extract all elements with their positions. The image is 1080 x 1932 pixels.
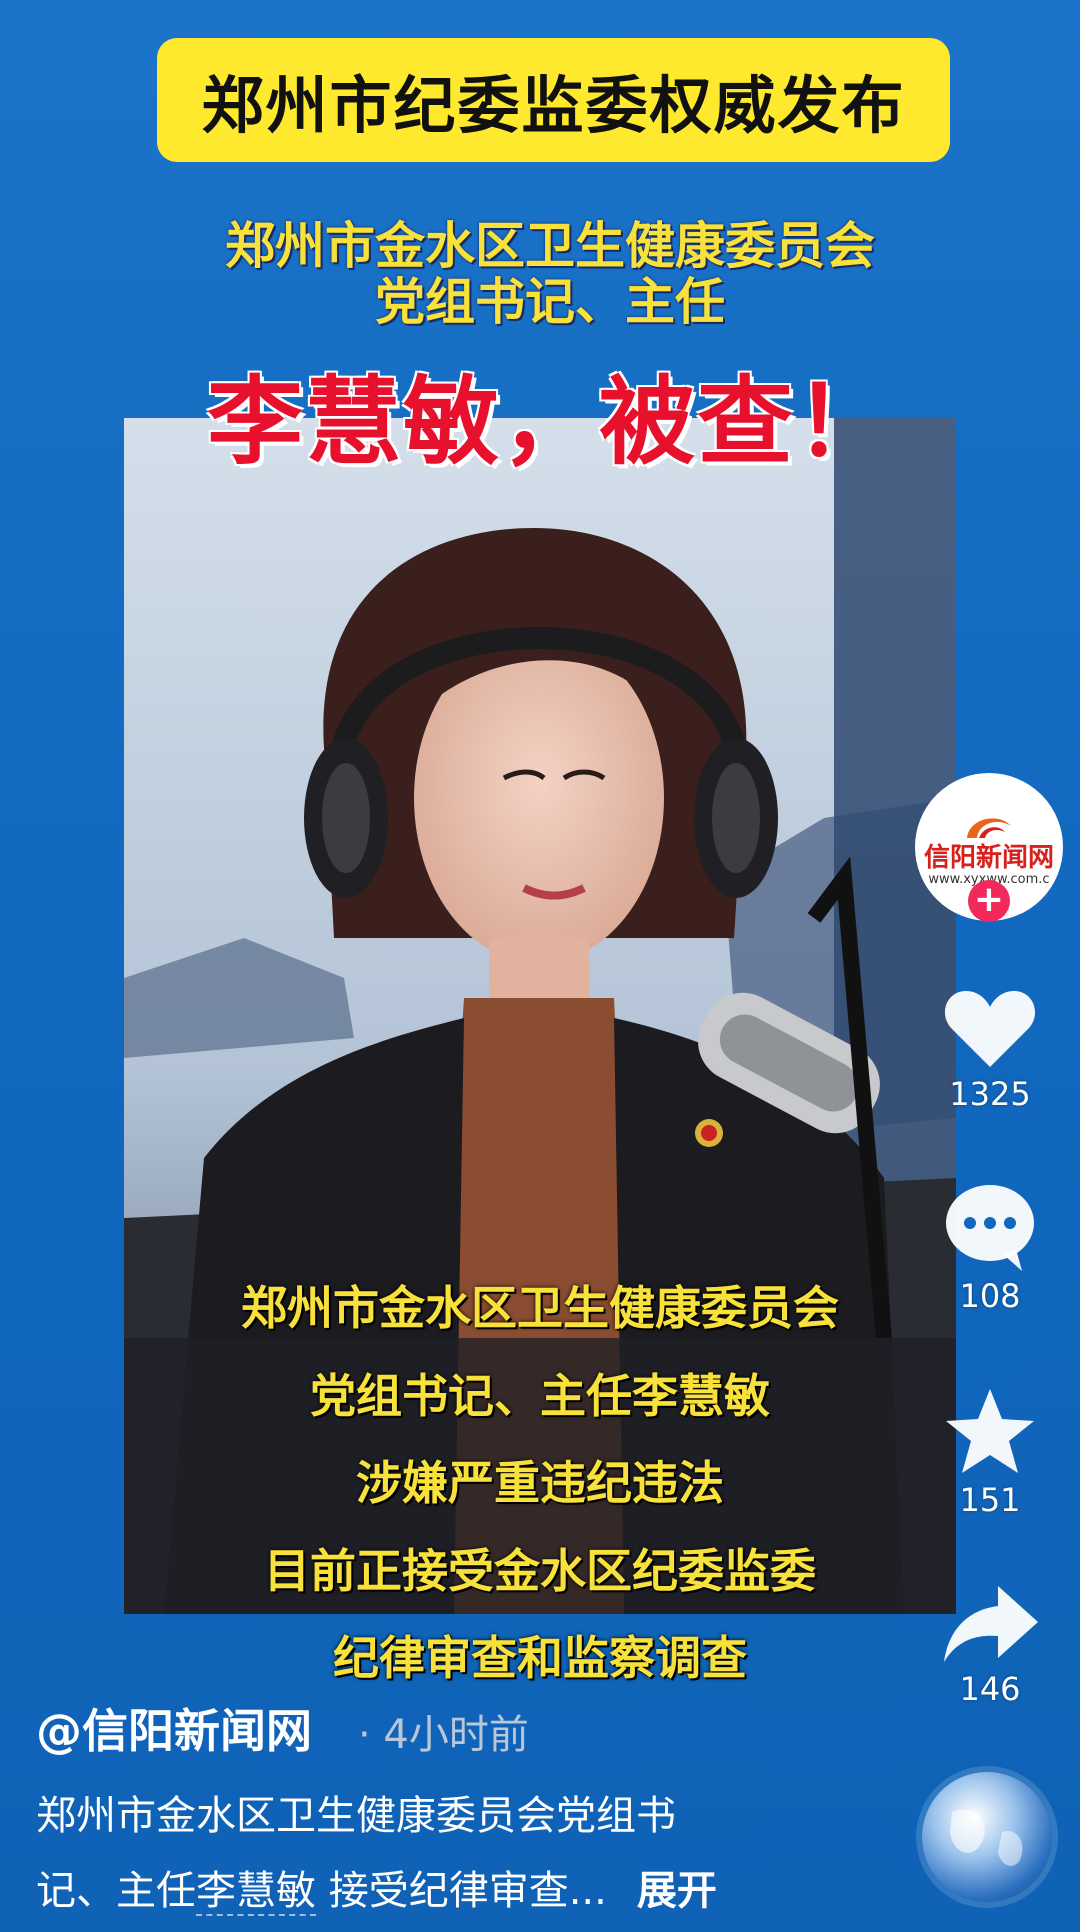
share-count: 146: [959, 1670, 1021, 1708]
favorite-button[interactable]: 151: [930, 1385, 1050, 1519]
share-button[interactable]: 146: [930, 1582, 1050, 1708]
subtitle-line-2: 党组书记、主任: [375, 273, 725, 331]
overlay-line-4: 目前正接受金水区纪委监委: [264, 1544, 816, 1598]
comment-count: 108: [959, 1277, 1021, 1315]
banner-title: 郑州市纪委监委权威发布: [201, 69, 906, 142]
comment-button[interactable]: 108: [930, 1183, 1050, 1315]
author-name[interactable]: @信阳新闻网: [36, 1695, 312, 1761]
follow-button[interactable]: +: [968, 880, 1010, 922]
avatar-logo-text: 信阳新闻网: [923, 842, 1054, 873]
overlay-line-3: 涉嫌严重违纪违法: [356, 1456, 724, 1510]
globe-icon: [950, 1809, 1023, 1866]
logo-swirl-icon: [967, 817, 1011, 838]
share-arrow-icon: [944, 1586, 1038, 1662]
like-button[interactable]: 1325: [930, 985, 1050, 1113]
overlay-line-2: 党组书记、主任李慧敏: [310, 1369, 770, 1423]
heart-icon: [944, 991, 1036, 1067]
description-name-link[interactable]: 李慧敏: [196, 1868, 316, 1916]
music-disc-icon[interactable]: [922, 1772, 1052, 1902]
expand-button[interactable]: 展开: [637, 1868, 717, 1914]
description-line-2: 记、主任李慧敏 接受纪律审查... 展开: [36, 1858, 717, 1916]
like-count: 1325: [949, 1075, 1031, 1113]
description-suffix: 接受纪律审查...: [328, 1868, 607, 1914]
star-icon: [946, 1389, 1034, 1473]
overlay-line-1: 郑州市金水区卫生健康委员会: [241, 1281, 839, 1335]
overlay-line-5: 纪律审查和监察调查: [333, 1631, 747, 1685]
portrait-photo: [124, 418, 956, 1614]
description-line-1: 郑州市金水区卫生健康委员会党组书: [36, 1793, 676, 1839]
favorite-count: 151: [959, 1481, 1021, 1519]
comment-icon: [946, 1185, 1034, 1271]
headline-title: 李慧敏，被查！: [207, 366, 893, 478]
description-prefix: 记、主任: [36, 1868, 196, 1914]
title-banner: 郑州市纪委监委权威发布: [157, 38, 950, 162]
plus-icon: +: [973, 879, 1005, 920]
portrait-illustration: [124, 418, 956, 1614]
post-time: · 4小时前: [358, 1712, 529, 1758]
